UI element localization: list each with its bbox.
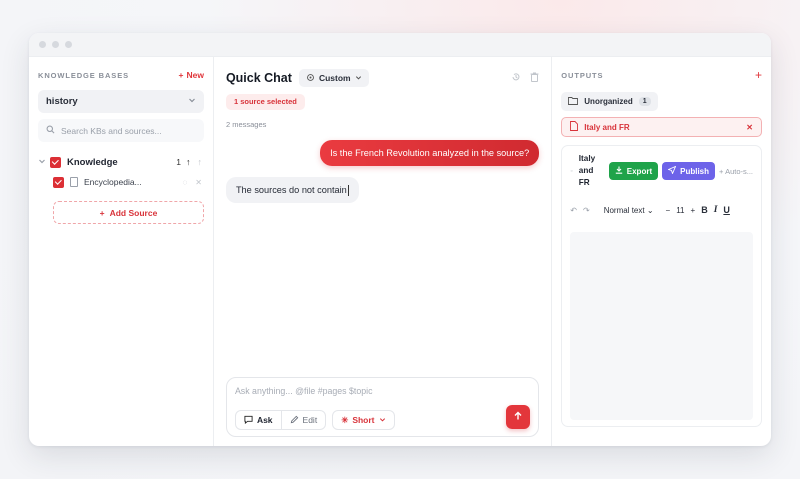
autosave-toggle[interactable]: + Auto-s... <box>719 167 753 176</box>
app-window: KNOWLEDGE BASES + New history Search KBs… <box>29 33 771 446</box>
arrow-up-icon <box>513 411 523 424</box>
chevron-down-icon <box>188 96 196 107</box>
format-toolbar: ↶ ↷ Normal text ⌄ − 11 + B I U <box>570 205 753 215</box>
document-body[interactable] <box>570 232 753 420</box>
source-name: Encyclopedia... <box>84 177 142 187</box>
document-title[interactable]: Italy and FR <box>579 153 605 189</box>
folder-unorganized[interactable]: Unorganized 1 <box>561 92 658 111</box>
chevron-down-icon[interactable] <box>38 157 50 167</box>
mode-label: Custom <box>318 73 351 83</box>
kb-select[interactable]: history <box>38 90 204 113</box>
outputs-heading: OUTPUTS <box>561 70 604 80</box>
length-select[interactable]: ✳ Short <box>332 410 395 430</box>
font-size-decrease-button[interactable]: − <box>666 206 671 215</box>
send-button[interactable] <box>506 405 531 429</box>
font-size-value[interactable]: 11 <box>676 206 684 215</box>
document-editor: ◦ Italy and FR Export Publish + Auto-s..… <box>561 145 762 427</box>
pencil-icon <box>290 415 299 426</box>
trash-icon[interactable] <box>530 72 539 84</box>
output-item-name: Italy and FR <box>584 122 630 132</box>
add-output-icon[interactable]: + <box>755 69 762 81</box>
text-style-select[interactable]: Normal text ⌄ <box>604 206 654 215</box>
chat-panel: Quick Chat Custom 1 source selected 2 me… <box>214 57 553 446</box>
plus-icon: + <box>99 207 105 218</box>
output-item-active[interactable]: Italy and FR ✕ <box>561 117 762 137</box>
arrow-up-icon[interactable]: ↑ <box>186 157 191 167</box>
add-source-label: Add Source <box>109 207 158 218</box>
search-icon <box>46 125 55 136</box>
italic-button[interactable]: I <box>714 205 718 215</box>
send-icon <box>667 165 677 176</box>
folder-name: Unorganized <box>584 97 633 106</box>
new-kb-button[interactable]: + New <box>178 70 203 80</box>
user-message-text: Is the French Revolution analyzed in the… <box>330 148 530 158</box>
font-size-increase-button[interactable]: + <box>691 206 696 215</box>
message-count: 2 messages <box>225 120 267 129</box>
download-icon <box>615 166 623 176</box>
kb-tree-item[interactable]: Knowledge 1 ↑ ↑ <box>38 155 204 169</box>
new-kb-label: New <box>186 70 204 80</box>
add-source-button[interactable]: + Add Source <box>53 201 204 224</box>
chevron-down-icon <box>379 415 386 425</box>
eye-off-icon[interactable]: ◌ <box>182 178 187 187</box>
kb-search-input[interactable]: Search KBs and sources... <box>38 119 204 142</box>
kb-search-placeholder: Search KBs and sources... <box>61 125 162 136</box>
undo-icon[interactable]: ↶ <box>570 206 577 215</box>
outputs-panel: OUTPUTS + Unorganized 1 Italy and FR ✕ ◦… <box>552 57 771 446</box>
file-icon <box>570 121 579 133</box>
publish-label: Publish <box>680 166 709 176</box>
sparkle-icon: ✳ <box>341 414 349 425</box>
title-bar <box>29 33 771 57</box>
sources-selected-badge[interactable]: 1 source selected <box>225 94 305 110</box>
window-maximize-dot[interactable] <box>65 41 72 48</box>
kb-checkbox[interactable] <box>50 156 61 168</box>
text-style-value: Normal text <box>603 205 645 215</box>
export-label: Export <box>626 166 653 176</box>
remove-source-icon[interactable]: ✕ <box>195 178 202 187</box>
knowledge-base-panel: KNOWLEDGE BASES + New history Search KBs… <box>29 57 214 446</box>
publish-button[interactable]: Publish <box>662 162 715 180</box>
export-button[interactable]: Export <box>608 162 659 180</box>
close-icon[interactable]: ✕ <box>746 123 753 132</box>
chevron-down-icon <box>355 73 362 83</box>
source-item[interactable]: Encyclopedia... ◌ ✕ <box>38 175 204 189</box>
edit-label: Edit <box>302 415 318 425</box>
plus-icon: + <box>178 70 184 80</box>
mode-toggle: Ask Edit <box>234 410 327 430</box>
bold-button[interactable]: B <box>701 205 708 215</box>
drag-handle-icon[interactable]: ◦ <box>570 168 572 175</box>
mode-select[interactable]: Custom <box>298 69 369 87</box>
length-label: Short <box>352 415 375 425</box>
assistant-message: The sources do not contain <box>225 177 359 203</box>
chat-composer: Ask anything... @file #pages $topic Ask <box>225 377 540 437</box>
ask-label: Ask <box>256 415 273 425</box>
file-icon <box>70 177 78 187</box>
chat-input[interactable]: Ask anything... @file #pages $topic <box>235 386 530 400</box>
ask-button[interactable]: Ask <box>236 411 281 429</box>
user-message: Is the French Revolution analyzed in the… <box>320 140 540 166</box>
typing-cursor <box>347 184 349 196</box>
autosave-label: Auto-s... <box>725 166 753 176</box>
chat-title: Quick Chat <box>225 71 292 85</box>
folder-count-badge: 1 <box>638 97 651 106</box>
redo-icon[interactable]: ↷ <box>583 206 590 215</box>
source-checkbox[interactable] <box>53 176 64 188</box>
assistant-message-text: The sources do not contain <box>235 185 347 195</box>
arrow-up-dim-icon[interactable]: ↑ <box>197 157 202 167</box>
history-icon[interactable] <box>511 72 521 84</box>
chat-bubble-icon <box>244 415 253 426</box>
kb-name: Knowledge <box>67 156 118 168</box>
folder-icon <box>568 96 579 107</box>
window-minimize-dot[interactable] <box>52 41 59 48</box>
window-close-dot[interactable] <box>39 41 46 48</box>
underline-button[interactable]: U <box>723 205 730 215</box>
edit-button[interactable]: Edit <box>280 411 326 429</box>
kb-select-value: history <box>46 96 78 107</box>
knowledge-bases-heading: KNOWLEDGE BASES <box>38 70 130 80</box>
gear-icon <box>306 73 315 84</box>
kb-source-count: 1 <box>176 157 181 167</box>
